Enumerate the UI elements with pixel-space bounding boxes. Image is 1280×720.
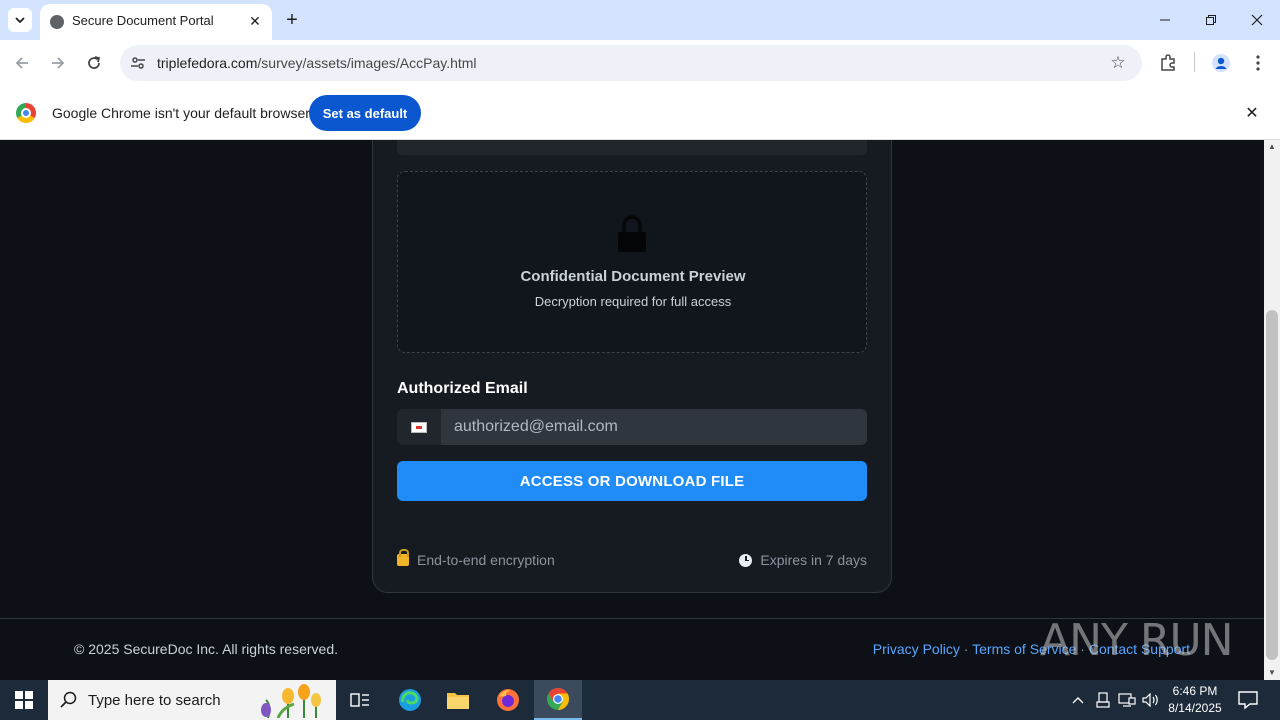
clock-date: 8/14/2025 bbox=[1168, 701, 1222, 715]
encryption-text: End-to-end encryption bbox=[417, 552, 555, 568]
firefox-app[interactable] bbox=[484, 680, 532, 720]
site-info-icon[interactable] bbox=[128, 53, 148, 73]
globe-icon bbox=[50, 15, 64, 29]
chevron-up-icon bbox=[1072, 697, 1084, 704]
footer-separator: · bbox=[959, 641, 973, 657]
show-hidden-icons-button[interactable] bbox=[1068, 680, 1088, 720]
clock-icon bbox=[739, 553, 753, 567]
default-browser-infobar: Google Chrome isn't your default browser… bbox=[0, 86, 1280, 140]
profile-icon bbox=[1212, 54, 1230, 72]
forward-button[interactable] bbox=[46, 51, 70, 75]
chevron-down-icon bbox=[15, 17, 25, 24]
search-icon bbox=[60, 691, 77, 708]
email-input-group bbox=[397, 409, 867, 445]
encryption-note: End-to-end encryption bbox=[397, 549, 555, 568]
bookmark-star-icon[interactable]: ☆ bbox=[1108, 53, 1128, 73]
url-path: /survey/assets/images/AccPay.html bbox=[257, 55, 477, 71]
windows-taskbar: Type here to search 6:46 PM 8/14/2025 bbox=[0, 680, 1280, 720]
padlock-icon bbox=[397, 549, 409, 566]
tab-title: Secure Document Portal bbox=[72, 13, 214, 28]
tab-strip: Secure Document Portal ✕ + bbox=[0, 0, 1280, 40]
page-scrollbar[interactable]: ▲ ▼ bbox=[1264, 140, 1280, 680]
chrome-icon bbox=[547, 688, 569, 710]
file-explorer-app[interactable] bbox=[434, 680, 482, 720]
scroll-up-arrow-icon[interactable]: ▲ bbox=[1267, 142, 1277, 152]
chrome-app[interactable] bbox=[534, 680, 582, 720]
reload-button[interactable] bbox=[82, 51, 106, 75]
restore-icon bbox=[1206, 15, 1216, 25]
notification-icon[interactable] bbox=[1236, 688, 1260, 712]
address-bar[interactable]: triplefedora.com/survey/assets/images/Ac… bbox=[120, 45, 1142, 81]
clock-time: 6:46 PM bbox=[1172, 684, 1218, 698]
forward-arrow-icon bbox=[52, 57, 65, 69]
extensions-button[interactable] bbox=[1156, 51, 1180, 75]
start-button[interactable] bbox=[0, 680, 48, 720]
chrome-logo-icon bbox=[16, 103, 36, 123]
windows-logo-icon bbox=[15, 691, 33, 709]
tune-icon bbox=[131, 57, 145, 69]
scroll-thumb[interactable] bbox=[1266, 310, 1278, 660]
folder-icon bbox=[447, 693, 469, 709]
lock-icon bbox=[618, 215, 646, 252]
search-placeholder: Type here to search bbox=[88, 692, 221, 709]
url-domain: triplefedora.com bbox=[157, 55, 258, 71]
firefox-icon bbox=[497, 689, 519, 711]
restore-button[interactable] bbox=[1188, 0, 1234, 40]
secure-document-card: Confidential Document Preview Decryption… bbox=[372, 140, 892, 593]
reload-icon bbox=[88, 56, 101, 69]
volume-tray-button[interactable] bbox=[1140, 680, 1162, 720]
expiry-text: Expires in 7 days bbox=[760, 552, 867, 568]
expiry-note: Expires in 7 days bbox=[739, 552, 867, 568]
puzzle-icon bbox=[1161, 54, 1175, 71]
preview-title: Confidential Document Preview bbox=[520, 268, 746, 285]
browser-toolbar: triplefedora.com/survey/assets/images/Ac… bbox=[0, 40, 1280, 86]
preview-subtitle: Decryption required for full access bbox=[534, 294, 732, 309]
usb-device-icon bbox=[1096, 692, 1110, 708]
edge-icon bbox=[399, 689, 421, 711]
email-addon bbox=[397, 409, 441, 445]
taskbar-search[interactable]: Type here to search bbox=[48, 680, 336, 720]
privacy-policy-link[interactable]: Privacy Policy bbox=[873, 641, 960, 657]
close-icon bbox=[1251, 14, 1263, 26]
new-tab-button[interactable]: + bbox=[280, 8, 304, 32]
infobar-message: Google Chrome isn't your default browser bbox=[52, 105, 310, 121]
previous-field bbox=[397, 140, 867, 155]
task-view-button[interactable] bbox=[336, 680, 384, 720]
back-button[interactable] bbox=[10, 51, 34, 75]
menu-button[interactable] bbox=[1246, 51, 1270, 75]
profile-button[interactable] bbox=[1209, 51, 1233, 75]
copyright-text: © 2025 SecureDoc Inc. All rights reserve… bbox=[74, 641, 338, 657]
url-text: triplefedora.com/survey/assets/images/Ac… bbox=[157, 55, 477, 71]
infobar-close-icon[interactable]: ✕ bbox=[1242, 103, 1262, 123]
anyrun-watermark: ANY RUN bbox=[1040, 614, 1234, 666]
back-arrow-icon bbox=[15, 57, 28, 69]
browser-tab[interactable]: Secure Document Portal ✕ bbox=[40, 4, 272, 40]
envelope-icon bbox=[411, 421, 427, 433]
minimize-button[interactable] bbox=[1142, 0, 1188, 40]
set-default-button[interactable]: Set as default bbox=[309, 95, 421, 131]
access-download-button[interactable]: ACCESS OR DOWNLOAD FILE bbox=[397, 461, 867, 501]
task-view-icon bbox=[350, 693, 369, 707]
tulips-icon bbox=[261, 684, 321, 718]
taskbar-clock[interactable]: 6:46 PM 8/14/2025 bbox=[1160, 683, 1230, 717]
edge-app[interactable] bbox=[386, 680, 434, 720]
network-tray-button[interactable] bbox=[1116, 680, 1138, 720]
page-content: Confidential Document Preview Decryption… bbox=[0, 140, 1264, 680]
more-vert-icon bbox=[1256, 55, 1260, 71]
tab-search-button[interactable] bbox=[8, 8, 32, 32]
usb-tray-button[interactable] bbox=[1092, 680, 1114, 720]
minimize-icon bbox=[1160, 19, 1170, 21]
email-label: Authorized Email bbox=[397, 380, 528, 397]
screen: Secure Document Portal ✕ + triplefedora.… bbox=[0, 0, 1280, 720]
toolbar-divider bbox=[1194, 52, 1195, 72]
scroll-down-arrow-icon[interactable]: ▼ bbox=[1267, 668, 1277, 678]
close-tab-icon[interactable]: ✕ bbox=[246, 12, 264, 30]
close-window-button[interactable] bbox=[1234, 0, 1280, 40]
speaker-icon bbox=[1142, 693, 1158, 707]
network-icon bbox=[1118, 693, 1136, 707]
document-preview: Confidential Document Preview Decryption… bbox=[397, 171, 867, 353]
email-input[interactable] bbox=[441, 409, 867, 445]
